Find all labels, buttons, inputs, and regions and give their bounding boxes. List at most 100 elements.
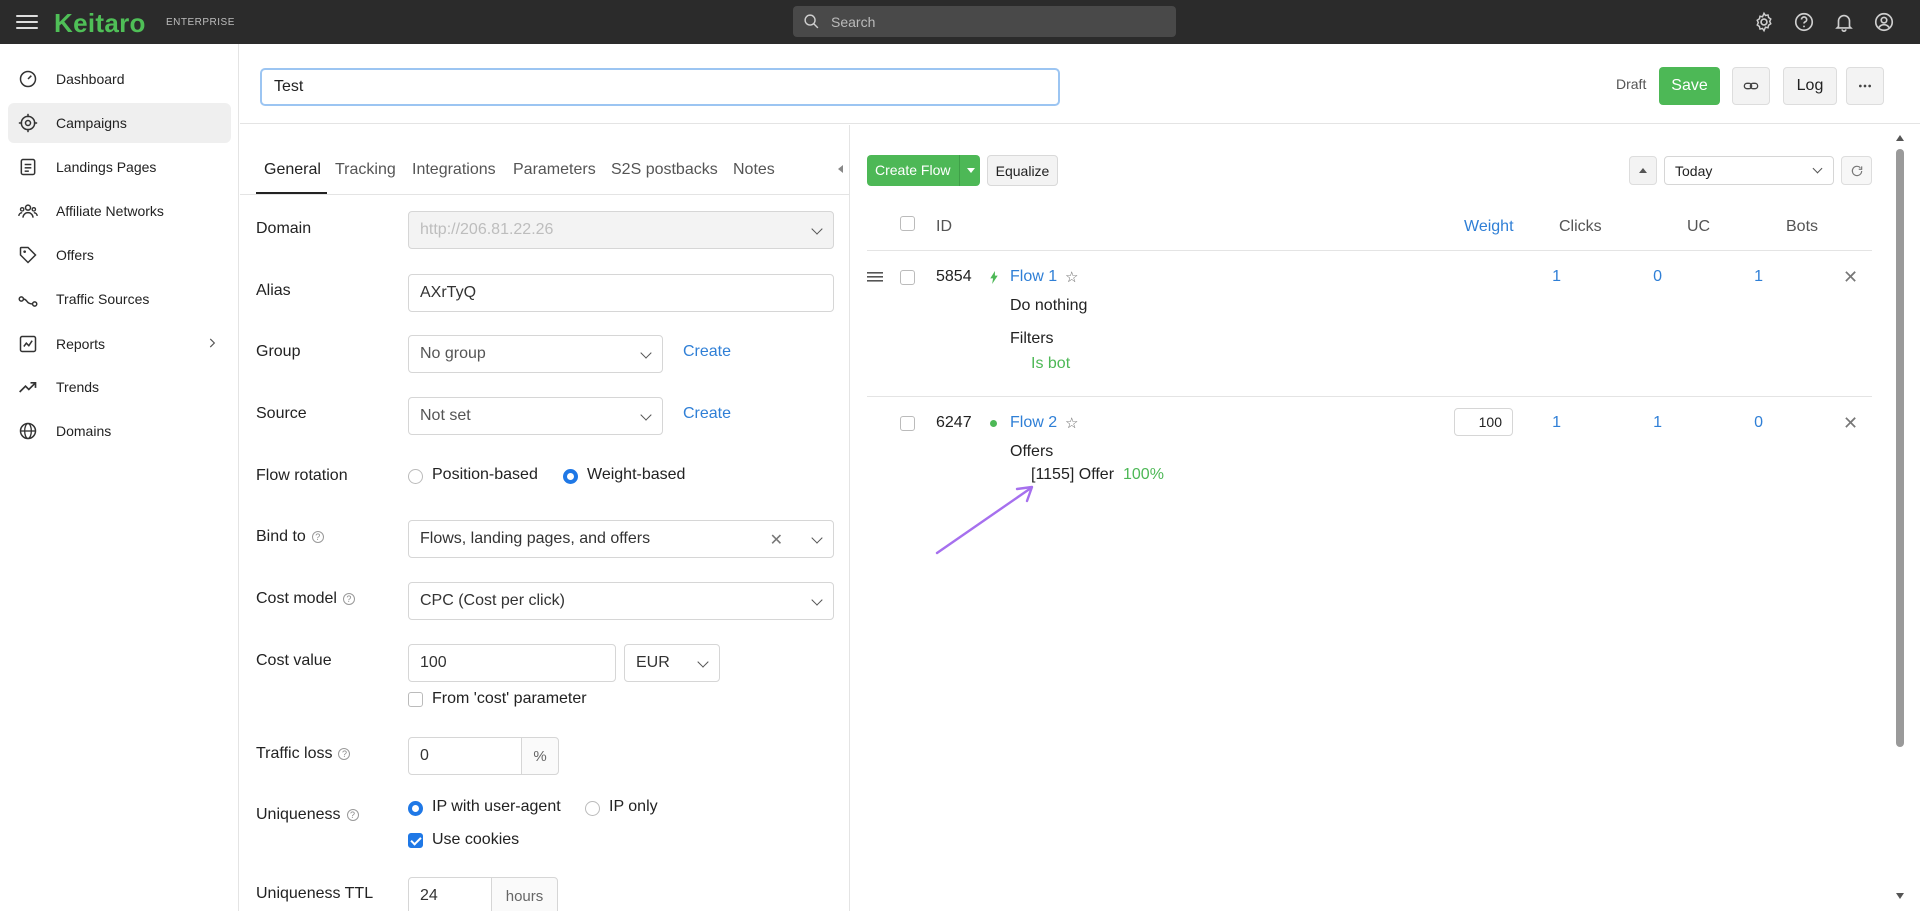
uc-value[interactable]: 0 [1622, 268, 1662, 286]
tab-integrations[interactable]: Integrations [412, 161, 496, 179]
from-cost-parameter-label[interactable]: From 'cost' parameter [432, 690, 587, 708]
vertical-scrollbar[interactable] [1894, 133, 1906, 903]
row-checkbox[interactable] [900, 416, 915, 431]
traffic-loss-input[interactable]: 0 [408, 737, 522, 775]
tab-tracking[interactable]: Tracking [335, 161, 396, 179]
domains-globe-icon [19, 422, 37, 440]
group-select[interactable]: No group [408, 335, 663, 373]
sidebar-item-trends[interactable]: Trends [8, 367, 231, 407]
sidebar-item-traffic-sources[interactable]: Traffic Sources [8, 279, 231, 319]
sidebar-item-campaigns[interactable]: Campaigns [8, 103, 231, 143]
sidebar-item-reports[interactable]: Reports [8, 324, 231, 364]
position-based-radio[interactable] [408, 469, 423, 484]
use-cookies-checkbox[interactable] [408, 833, 423, 848]
column-header-bots[interactable]: Bots [1786, 218, 1818, 236]
help-icon[interactable]: ? [311, 531, 324, 543]
sidebar-item-dashboard[interactable]: Dashboard [8, 59, 231, 99]
help-icon[interactable]: ? [346, 809, 359, 821]
dashboard-icon [19, 70, 37, 88]
log-button[interactable]: Log [1783, 67, 1837, 105]
sidebar-item-offers[interactable]: Offers [8, 235, 231, 275]
hamburger-menu-icon[interactable] [16, 11, 38, 33]
offer-name[interactable]: [1155] Offer [1031, 466, 1114, 484]
sidebar-item-domains[interactable]: Domains [8, 411, 231, 451]
scroll-down-icon[interactable] [1896, 893, 1904, 899]
clicks-value[interactable]: 1 [1521, 414, 1561, 432]
create-flow-button[interactable]: Create Flow [867, 155, 980, 186]
uniqueness-ttl-label: Uniqueness TTL [256, 885, 374, 902]
help-icon[interactable]: ? [342, 593, 355, 605]
create-source-link[interactable]: Create [683, 405, 731, 423]
select-all-checkbox[interactable] [900, 216, 915, 231]
cost-model-select[interactable]: CPC (Cost per click) [408, 582, 834, 620]
star-icon[interactable]: ☆ [1065, 268, 1078, 286]
column-header-uc[interactable]: UC [1687, 218, 1710, 236]
use-cookies-label[interactable]: Use cookies [432, 831, 519, 849]
user-account-icon[interactable] [1873, 11, 1895, 33]
ip-only-label[interactable]: IP only [609, 798, 658, 816]
tab-parameters[interactable]: Parameters [513, 161, 596, 179]
sidebar-item-landing-pages[interactable]: Landings Pages [8, 147, 231, 187]
bind-to-select[interactable]: Flows, landing pages, and offers ✕ [408, 520, 834, 558]
settings-gear-icon[interactable] [1753, 11, 1775, 33]
star-icon[interactable]: ☆ [1065, 414, 1078, 432]
search-box[interactable] [793, 6, 1176, 37]
copy-link-button[interactable] [1732, 67, 1770, 105]
tab-general[interactable]: General [264, 161, 321, 179]
from-cost-parameter-checkbox[interactable] [408, 692, 423, 707]
flow-name-link[interactable]: Flow 1 [1010, 268, 1057, 286]
currency-select[interactable]: EUR [624, 644, 720, 682]
tab-notes[interactable]: Notes [733, 161, 775, 179]
filter-value[interactable]: Is bot [1031, 355, 1070, 373]
flow-name-link[interactable]: Flow 2 [1010, 414, 1057, 432]
chevron-right-icon [209, 338, 216, 348]
uniqueness-ttl-input[interactable]: 24 [408, 877, 492, 911]
tab-s2s-postbacks[interactable]: S2S postbacks [611, 161, 718, 179]
weight-based-label[interactable]: Weight-based [587, 466, 685, 484]
source-select[interactable]: Not set [408, 397, 663, 435]
campaign-name-input[interactable] [260, 68, 1060, 106]
date-range-select[interactable]: Today [1664, 156, 1834, 185]
flow-action: Do nothing [1010, 297, 1088, 314]
chevron-down-icon [1812, 163, 1823, 174]
refresh-button[interactable] [1841, 156, 1872, 185]
bots-value[interactable]: 0 [1723, 414, 1763, 432]
keitaro-logo[interactable]: Keitaro [54, 8, 146, 39]
help-icon[interactable]: ? [338, 748, 351, 760]
ip-only-radio[interactable] [585, 801, 600, 816]
sidebar-item-affiliate-networks[interactable]: Affiliate Networks [8, 191, 231, 231]
alias-input[interactable]: AXrTyQ [408, 274, 834, 312]
ip-user-agent-label[interactable]: IP with user-agent [432, 798, 561, 816]
equalize-button[interactable]: Equalize [987, 155, 1058, 186]
flow-weight-input[interactable]: 100 [1454, 408, 1513, 436]
create-group-link[interactable]: Create [683, 343, 731, 361]
position-based-label[interactable]: Position-based [432, 466, 538, 484]
ip-user-agent-radio[interactable] [408, 801, 423, 816]
notifications-bell-icon[interactable] [1833, 11, 1855, 33]
scrollbar-thumb[interactable] [1896, 149, 1904, 747]
edition-label: ENTERPRISE [166, 17, 235, 28]
clicks-value[interactable]: 1 [1521, 268, 1561, 286]
sidebar-item-label: Traffic Sources [56, 291, 150, 307]
row-checkbox[interactable] [900, 270, 915, 285]
weight-based-radio[interactable] [563, 469, 578, 484]
uc-value[interactable]: 1 [1622, 414, 1662, 432]
more-options-button[interactable] [1846, 67, 1884, 105]
bots-value[interactable]: 1 [1723, 268, 1763, 286]
domain-select[interactable]: http://206.81.22.26 [408, 211, 834, 249]
collapse-up-button[interactable] [1629, 156, 1657, 185]
search-input[interactable] [831, 11, 1161, 32]
drag-handle-icon[interactable] [867, 271, 883, 283]
scroll-up-icon[interactable] [1896, 135, 1904, 141]
help-icon[interactable] [1793, 11, 1815, 33]
save-button[interactable]: Save [1659, 67, 1720, 105]
column-header-id[interactable]: ID [936, 218, 952, 236]
column-header-clicks[interactable]: Clicks [1559, 218, 1602, 236]
cost-value-input[interactable]: 100 [408, 644, 616, 682]
delete-flow-icon[interactable]: ✕ [1843, 413, 1858, 434]
column-header-weight[interactable]: Weight [1464, 218, 1514, 236]
clear-icon[interactable]: ✕ [770, 530, 783, 550]
tabs-scroll-left-icon[interactable] [838, 165, 843, 173]
caret-down-icon[interactable] [967, 168, 975, 173]
delete-flow-icon[interactable]: ✕ [1843, 267, 1858, 288]
